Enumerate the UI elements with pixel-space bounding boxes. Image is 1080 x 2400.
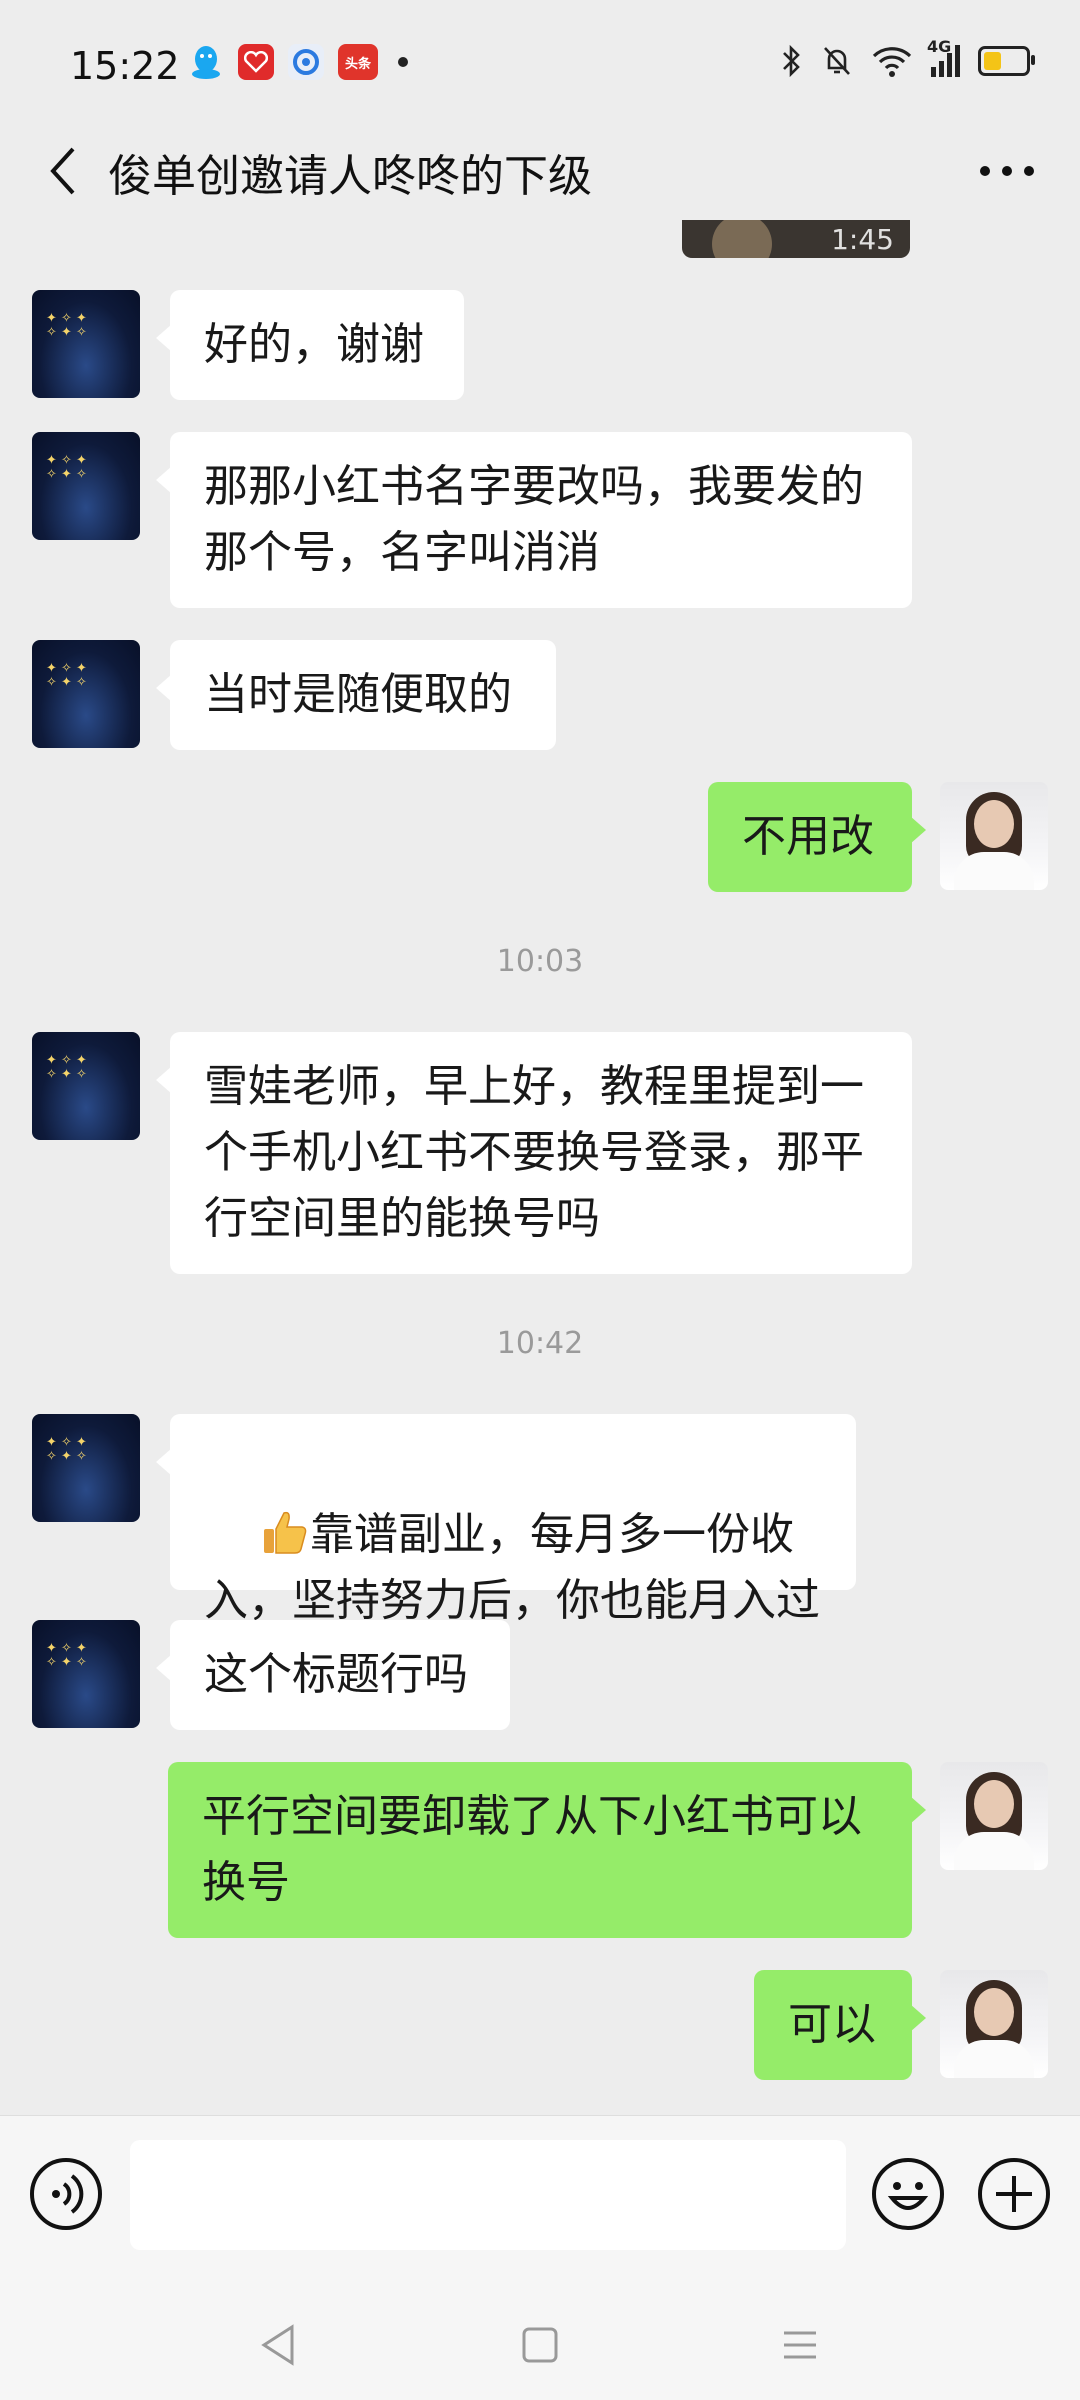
toutiao-icon: 头条 — [338, 44, 378, 80]
status-indicators: 4G — [779, 37, 1035, 78]
nav-menu-lines-icon — [784, 2331, 816, 2359]
voice-icon — [30, 2158, 102, 2230]
browser-icon — [288, 44, 324, 80]
qq-icon — [188, 44, 224, 80]
message-bubble-outgoing[interactable]: 可以 — [754, 1970, 926, 2080]
nav-home-button[interactable] — [510, 2315, 570, 2375]
nav-back-button[interactable] — [248, 2315, 308, 2375]
emoji-button[interactable] — [870, 2156, 946, 2232]
video-duration: 1:45 — [831, 223, 894, 256]
message-bubble-outgoing[interactable]: 平行空间要卸载了从下小红书可以换号 — [168, 1762, 926, 1938]
plus-circle-icon — [978, 2158, 1050, 2230]
message-bubble-incoming[interactable]: 靠谱副业，每月多一份收入，坚持努力后，你也能月入过万 — [156, 1414, 856, 1692]
cellular-signal-icon: 4G — [927, 37, 960, 77]
message-bubble-incoming[interactable]: 好的，谢谢 — [156, 290, 464, 400]
more-functions-button[interactable] — [976, 2156, 1052, 2232]
my-avatar[interactable] — [940, 782, 1048, 890]
battery-level — [984, 52, 1001, 70]
chat-header: 俊单创邀请人咚咚的下级 — [0, 120, 1080, 220]
chevron-left-icon — [50, 147, 75, 195]
message-bubble-incoming[interactable]: 雪娃老师，早上好，教程里提到一个手机小红书不要换号登录，那平行空间里的能换号吗 — [156, 1032, 912, 1274]
video-message-thumbnail[interactable]: 1:45 — [682, 220, 910, 258]
chat-title: 俊单创邀请人咚咚的下级 — [108, 151, 592, 202]
heart-app-icon — [238, 44, 274, 80]
emoji-smile-icon — [872, 2158, 944, 2230]
more-options-button[interactable] — [962, 136, 1052, 206]
thumbs-up-icon — [263, 1511, 307, 1554]
system-navigation-bar — [0, 2285, 1080, 2400]
network-type-label: 4G — [927, 37, 952, 56]
friend-avatar[interactable]: ✦ ✧ ✦ ✧ ✦ ✧ — [32, 1032, 140, 1140]
voice-input-button[interactable] — [28, 2156, 104, 2232]
nav-menu-button[interactable] — [770, 2315, 830, 2375]
mute-bell-icon — [824, 47, 850, 75]
status-app-icons: 头条 — [188, 44, 408, 80]
friend-avatar[interactable]: ✦ ✧ ✦ ✧ ✦ ✧ — [32, 640, 140, 748]
message-input-bar — [0, 2115, 1080, 2286]
message-bubble-incoming[interactable]: 那那小红书名字要改吗，我要发的那个号，名字叫消消 — [156, 432, 912, 608]
friend-avatar[interactable]: ✦ ✧ ✦ ✧ ✦ ✧ — [32, 1414, 140, 1522]
message-bubble-incoming[interactable]: 当时是随便取的 — [156, 640, 556, 750]
status-bar: 15:22 头条 4G — [0, 0, 1080, 130]
nav-back-triangle-icon — [261, 2324, 294, 2366]
friend-avatar[interactable]: ✦ ✧ ✦ ✧ ✦ ✧ — [32, 290, 140, 398]
back-button[interactable] — [28, 136, 98, 206]
wifi-icon — [872, 47, 912, 77]
bluetooth-icon — [783, 44, 800, 78]
friend-avatar[interactable]: ✦ ✧ ✦ ✧ ✦ ✧ — [32, 432, 140, 540]
chat-messages[interactable]: 1:45 ✦ ✧ ✦ ✧ ✦ ✧ 好的，谢谢 ✦ ✧ ✦ ✧ ✦ ✧ 那那小红书名字… — [0, 220, 1080, 2115]
timestamp: 10:03 — [496, 944, 584, 979]
more-dots-icon — [980, 166, 1034, 176]
notification-dot-icon — [398, 57, 408, 67]
nav-home-square-icon — [522, 2327, 558, 2363]
battery-icon — [978, 46, 1035, 76]
my-avatar[interactable] — [940, 1970, 1048, 2078]
message-text-input[interactable] — [130, 2140, 846, 2250]
friend-avatar[interactable]: ✦ ✧ ✦ ✧ ✦ ✧ — [32, 1620, 140, 1728]
my-avatar[interactable] — [940, 1762, 1048, 1870]
status-time: 15:22 — [70, 44, 180, 88]
message-bubble-incoming[interactable]: 这个标题行吗 — [156, 1620, 510, 1730]
message-bubble-outgoing[interactable]: 不用改 — [708, 782, 926, 892]
timestamp: 10:42 — [496, 1326, 584, 1361]
